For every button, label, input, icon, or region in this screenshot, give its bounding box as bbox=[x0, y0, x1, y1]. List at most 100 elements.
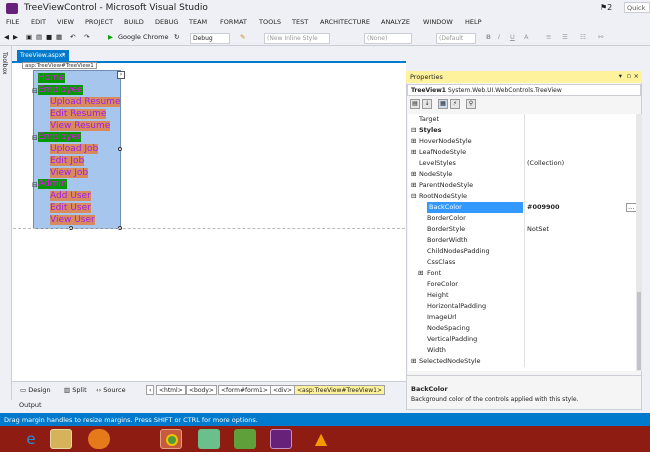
property-row[interactable]: BackColor #009900… bbox=[408, 202, 636, 213]
scrollbar-thumb[interactable] bbox=[637, 292, 641, 370]
property-pages-icon[interactable]: ⚲ bbox=[466, 99, 476, 109]
collapse-icon[interactable]: ⊟ bbox=[32, 134, 38, 142]
source-view-button[interactable]: ‹› Source bbox=[96, 386, 126, 394]
property-value[interactable]: NotSet bbox=[527, 224, 549, 235]
file-explorer-icon[interactable] bbox=[50, 429, 72, 449]
menu-analyze[interactable]: ANALYZE bbox=[381, 18, 410, 26]
collapse-icon[interactable]: ⊟ bbox=[32, 181, 38, 189]
property-row[interactable]: LevelStyles (Collection) bbox=[408, 158, 636, 169]
property-row[interactable]: ForeColor bbox=[408, 279, 636, 290]
expand-icon[interactable]: ⊞ bbox=[411, 180, 416, 191]
menu-architecture[interactable]: ARCHITECTURE bbox=[320, 18, 370, 26]
none-dropdown[interactable]: (None) bbox=[364, 33, 412, 44]
breadcrumb[interactable]: <form#form1> bbox=[218, 385, 271, 395]
redo-icon[interactable]: ↷ bbox=[84, 33, 89, 43]
property-row[interactable]: ImageUrl bbox=[408, 312, 636, 323]
output-tab[interactable]: Output bbox=[19, 401, 42, 409]
new-project-icon[interactable]: ▣ bbox=[26, 33, 32, 43]
ie-icon[interactable]: e bbox=[20, 429, 42, 449]
tree-leaf[interactable]: Edit Resume bbox=[50, 109, 107, 119]
property-row[interactable]: Target bbox=[408, 114, 636, 125]
menu-window[interactable]: WINDOW bbox=[423, 18, 453, 26]
breadcrumb[interactable]: <body> bbox=[186, 385, 217, 395]
style-dropdown[interactable]: (New Inline Style bbox=[264, 33, 330, 44]
menu-view[interactable]: VIEW bbox=[57, 18, 74, 26]
property-row[interactable]: ⊞ HoverNodeStyle bbox=[408, 136, 636, 147]
property-row[interactable]: ⊞ Font bbox=[408, 268, 636, 279]
notepad-icon[interactable] bbox=[234, 429, 256, 449]
expand-icon[interactable]: ⊞ bbox=[411, 136, 416, 147]
expand-icon[interactable]: ⊞ bbox=[418, 268, 423, 279]
collapse-icon[interactable]: ⊟ bbox=[411, 125, 416, 136]
tree-leaf[interactable]: View Job bbox=[50, 168, 89, 178]
property-row[interactable]: CssClass bbox=[408, 257, 636, 268]
document-tab[interactable]: TreeView.aspx* × bbox=[17, 50, 69, 61]
forward-icon[interactable]: ▶ bbox=[13, 33, 18, 43]
property-row[interactable]: Height bbox=[408, 290, 636, 301]
property-row[interactable]: BorderColor bbox=[408, 213, 636, 224]
tree-leaf[interactable]: Add User bbox=[50, 191, 91, 201]
properties-icon[interactable]: ▦ bbox=[438, 99, 448, 109]
collapse-icon[interactable]: ⊟ bbox=[32, 87, 38, 95]
breadcrumb-nav-left[interactable]: ‹ bbox=[146, 385, 155, 395]
vlc-icon[interactable]: ▲ bbox=[310, 429, 332, 449]
ellipsis-button[interactable]: … bbox=[626, 203, 636, 212]
save-icon[interactable]: ■ bbox=[46, 33, 52, 43]
tree-leaf[interactable]: Edit Job bbox=[50, 156, 85, 166]
quick-launch-input[interactable]: Quick bbox=[624, 2, 650, 13]
default-dropdown[interactable]: (Default bbox=[436, 33, 476, 44]
tree-leaf[interactable]: View User bbox=[50, 215, 95, 225]
tree-leaf[interactable]: Upload Resume bbox=[50, 97, 121, 107]
menu-test[interactable]: TEST bbox=[292, 18, 308, 26]
menu-build[interactable]: BUILD bbox=[124, 18, 144, 26]
pin-icon[interactable]: ▫ bbox=[627, 72, 631, 80]
categorized-icon[interactable]: ▤ bbox=[410, 99, 420, 109]
menu-tools[interactable]: TOOLS bbox=[259, 18, 281, 26]
collapse-icon[interactable]: ⊟ bbox=[411, 191, 416, 202]
breadcrumb[interactable]: <html> bbox=[156, 385, 186, 395]
start-debug-icon[interactable]: ▶ bbox=[108, 33, 113, 43]
property-row[interactable]: ⊞ NodeStyle bbox=[408, 169, 636, 180]
firefox-icon[interactable] bbox=[88, 429, 110, 449]
breadcrumb[interactable]: <div> bbox=[270, 385, 296, 395]
menu-help[interactable]: HELP bbox=[465, 18, 482, 26]
font-color-icon[interactable]: A bbox=[524, 33, 528, 43]
tree-node[interactable]: Home bbox=[38, 73, 65, 84]
property-row[interactable]: ⊞ ParentNodeStyle bbox=[408, 180, 636, 191]
property-row[interactable]: Width bbox=[408, 345, 636, 356]
property-value[interactable]: (Collection) bbox=[527, 158, 564, 169]
menu-file[interactable]: FILE bbox=[6, 18, 19, 26]
close-icon[interactable]: × bbox=[634, 72, 639, 80]
browser-dropdown[interactable]: Google Chrome bbox=[118, 33, 168, 43]
menu-format[interactable]: FORMAT bbox=[220, 18, 247, 26]
align-left-icon[interactable]: ≡ bbox=[546, 33, 551, 43]
property-row[interactable]: ⊟ RootNodeStyle bbox=[408, 191, 636, 202]
hyperlink-icon[interactable]: ⚯ bbox=[598, 33, 603, 43]
save-all-icon[interactable]: ▦ bbox=[56, 33, 62, 43]
bold-icon[interactable]: B bbox=[486, 33, 491, 43]
property-row[interactable]: ⊞ LeafNodeStyle bbox=[408, 147, 636, 158]
property-row[interactable]: HorizontalPadding bbox=[408, 301, 636, 312]
resize-handle[interactable] bbox=[118, 147, 122, 151]
tree-root-home[interactable]: Home bbox=[38, 73, 65, 83]
numbering-icon[interactable]: ☷ bbox=[580, 33, 586, 43]
undo-icon[interactable]: ↶ bbox=[70, 33, 75, 43]
property-row[interactable]: NodeSpacing bbox=[408, 323, 636, 334]
property-row[interactable]: BorderWidth bbox=[408, 235, 636, 246]
italic-icon[interactable]: I bbox=[498, 33, 500, 43]
tree-root-employee[interactable]: Employee bbox=[38, 85, 83, 95]
property-row[interactable]: VerticalPadding bbox=[408, 334, 636, 345]
underline-icon[interactable]: U bbox=[510, 33, 515, 43]
tree-root-admin[interactable]: Admin bbox=[38, 179, 67, 189]
property-row[interactable]: ⊟ Styles bbox=[408, 125, 636, 136]
open-file-icon[interactable]: ▤ bbox=[36, 33, 42, 43]
toolbox-strip[interactable] bbox=[0, 46, 12, 400]
config-dropdown[interactable]: Debug bbox=[190, 33, 230, 44]
menu-debug[interactable]: DEBUG bbox=[155, 18, 178, 26]
menu-edit[interactable]: EDIT bbox=[31, 18, 46, 26]
events-icon[interactable]: ⚡ bbox=[450, 99, 460, 109]
property-value[interactable]: #009900 bbox=[527, 202, 560, 213]
dropdown-arrow-icon[interactable]: ▾ bbox=[619, 72, 622, 80]
design-view-button[interactable]: ▭ Design bbox=[20, 386, 51, 394]
split-view-button[interactable]: ▥ Split bbox=[64, 386, 87, 394]
